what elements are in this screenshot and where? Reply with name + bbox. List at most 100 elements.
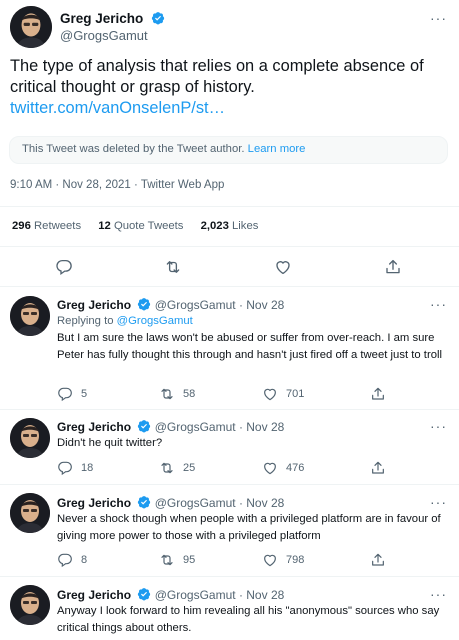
author-name[interactable]: Greg Jericho bbox=[57, 496, 131, 510]
tweet-link[interactable]: twitter.com/vanOnselenP/st… bbox=[10, 99, 225, 117]
like-icon bbox=[262, 460, 278, 476]
reply-text: But I am sure the laws won't be abused o… bbox=[57, 332, 443, 361]
likes-label: Likes bbox=[232, 220, 259, 232]
share-button[interactable] bbox=[370, 386, 386, 402]
author-avatar[interactable] bbox=[10, 296, 50, 336]
author-name[interactable]: Greg Jericho bbox=[57, 588, 131, 602]
quotes-count: 12 bbox=[98, 220, 111, 232]
reply-button[interactable]: 5 bbox=[57, 386, 87, 402]
quotes-stat[interactable]: 12 Quote Tweets bbox=[98, 220, 183, 232]
divider bbox=[0, 246, 459, 247]
verified-badge-icon bbox=[137, 297, 151, 311]
reply-header: Greg Jericho @GrogsGamut · Nov 28 bbox=[57, 495, 284, 510]
reply-text: Didn't he quit twitter? bbox=[57, 437, 163, 449]
retweet-count: 58 bbox=[183, 388, 196, 400]
reply-header: Greg Jericho @GrogsGamut · Nov 28 bbox=[57, 587, 284, 602]
retweet-count: 25 bbox=[183, 462, 196, 474]
tweet-body: The type of analysis that relies on a co… bbox=[10, 57, 424, 96]
retweets-label: Retweets bbox=[34, 220, 82, 232]
reply-date[interactable]: · Nov 28 bbox=[239, 420, 284, 434]
likes-stat[interactable]: 2,023 Likes bbox=[201, 220, 259, 232]
retweet-button[interactable]: 95 bbox=[159, 552, 195, 568]
like-button[interactable]: 476 bbox=[262, 460, 304, 476]
reply-count: 8 bbox=[81, 554, 88, 566]
share-icon bbox=[370, 460, 386, 476]
reply-button[interactable] bbox=[55, 258, 73, 276]
like-count: 476 bbox=[286, 462, 305, 474]
reply-header: Greg Jericho @GrogsGamut · Nov 28 bbox=[57, 419, 284, 434]
author-avatar[interactable] bbox=[10, 418, 50, 458]
reply-count: 5 bbox=[81, 388, 88, 400]
more-icon[interactable]: ··· bbox=[430, 296, 447, 312]
author-handle[interactable]: @GrogsGamut bbox=[155, 420, 236, 434]
author-handle[interactable]: @GrogsGamut bbox=[155, 496, 236, 510]
author-handle[interactable]: @GrogsGamut bbox=[60, 28, 148, 43]
reply-date[interactable]: · Nov 28 bbox=[239, 496, 284, 510]
share-button[interactable] bbox=[384, 258, 402, 276]
author-avatar[interactable] bbox=[10, 493, 50, 533]
share-icon bbox=[370, 552, 386, 568]
retweets-count: 296 bbox=[12, 220, 31, 232]
retweet-icon bbox=[164, 258, 182, 276]
author-avatar[interactable] bbox=[10, 585, 50, 625]
reply-count: 18 bbox=[81, 462, 94, 474]
divider bbox=[0, 286, 459, 287]
retweet-button[interactable]: 58 bbox=[159, 386, 195, 402]
replying-to-label: Replying to bbox=[57, 315, 114, 327]
like-button[interactable] bbox=[274, 258, 292, 276]
verified-badge-icon bbox=[137, 419, 151, 433]
retweet-button[interactable]: 25 bbox=[159, 460, 195, 476]
retweet-icon bbox=[159, 460, 175, 476]
more-icon[interactable]: ··· bbox=[430, 586, 447, 602]
likes-count: 2,023 bbox=[200, 220, 229, 232]
like-button[interactable]: 798 bbox=[262, 552, 304, 568]
retweet-icon bbox=[159, 386, 175, 402]
share-button[interactable] bbox=[370, 552, 386, 568]
more-icon[interactable]: ··· bbox=[430, 10, 447, 26]
tweet-stats: 296 Retweets 12 Quote Tweets 2,023 Likes bbox=[12, 220, 258, 232]
retweet-count: 95 bbox=[183, 554, 196, 566]
like-count: 798 bbox=[286, 554, 305, 566]
like-count: 701 bbox=[286, 388, 305, 400]
reply-button[interactable]: 18 bbox=[57, 460, 93, 476]
author-name[interactable]: Greg Jericho bbox=[60, 11, 143, 26]
divider bbox=[0, 484, 459, 485]
author-avatar[interactable] bbox=[10, 6, 52, 48]
divider bbox=[0, 409, 459, 410]
verified-badge-icon bbox=[151, 11, 165, 25]
retweet-button[interactable] bbox=[164, 258, 182, 276]
reply-date[interactable]: · Nov 28 bbox=[239, 588, 284, 602]
replying-to-handle[interactable]: @GrogsGamut bbox=[117, 315, 193, 327]
author-name[interactable]: Greg Jericho bbox=[57, 420, 131, 434]
like-icon bbox=[274, 258, 292, 276]
verified-badge-icon bbox=[137, 587, 151, 601]
more-icon[interactable]: ··· bbox=[430, 494, 447, 510]
reply-date[interactable]: · Nov 28 bbox=[239, 298, 284, 312]
more-icon[interactable]: ··· bbox=[430, 418, 447, 434]
reply-text: Never a shock though when people with a … bbox=[57, 513, 441, 542]
author-info: Greg Jericho bbox=[60, 10, 165, 28]
share-icon bbox=[384, 258, 402, 276]
author-handle[interactable]: @GrogsGamut bbox=[155, 588, 236, 602]
deleted-notice-text: This Tweet was deleted by the Tweet auth… bbox=[22, 143, 245, 155]
deleted-tweet-notice: This Tweet was deleted by the Tweet auth… bbox=[9, 136, 448, 164]
reply-text: Anyway I look forward to him revealing a… bbox=[57, 605, 440, 634]
divider bbox=[0, 206, 459, 207]
quotes-label: Quote Tweets bbox=[113, 220, 184, 232]
retweets-stat[interactable]: 296 Retweets bbox=[12, 220, 81, 232]
reply-icon bbox=[57, 386, 73, 402]
like-icon bbox=[262, 552, 278, 568]
author-name[interactable]: Greg Jericho bbox=[57, 298, 131, 312]
like-button[interactable]: 701 bbox=[262, 386, 304, 402]
reply-icon bbox=[55, 258, 73, 276]
verified-badge-icon bbox=[137, 495, 151, 509]
share-button[interactable] bbox=[370, 460, 386, 476]
author-handle[interactable]: @GrogsGamut bbox=[155, 298, 236, 312]
tweet-timestamp[interactable]: 9:10 AM · Nov 28, 2021 · Twitter Web App bbox=[10, 179, 224, 191]
reply-button[interactable]: 8 bbox=[57, 552, 87, 568]
reply-icon bbox=[57, 460, 73, 476]
learn-more-link[interactable]: Learn more bbox=[248, 143, 306, 155]
retweet-icon bbox=[159, 552, 175, 568]
divider bbox=[0, 576, 459, 577]
replying-to: Replying to @GrogsGamut bbox=[57, 313, 193, 330]
